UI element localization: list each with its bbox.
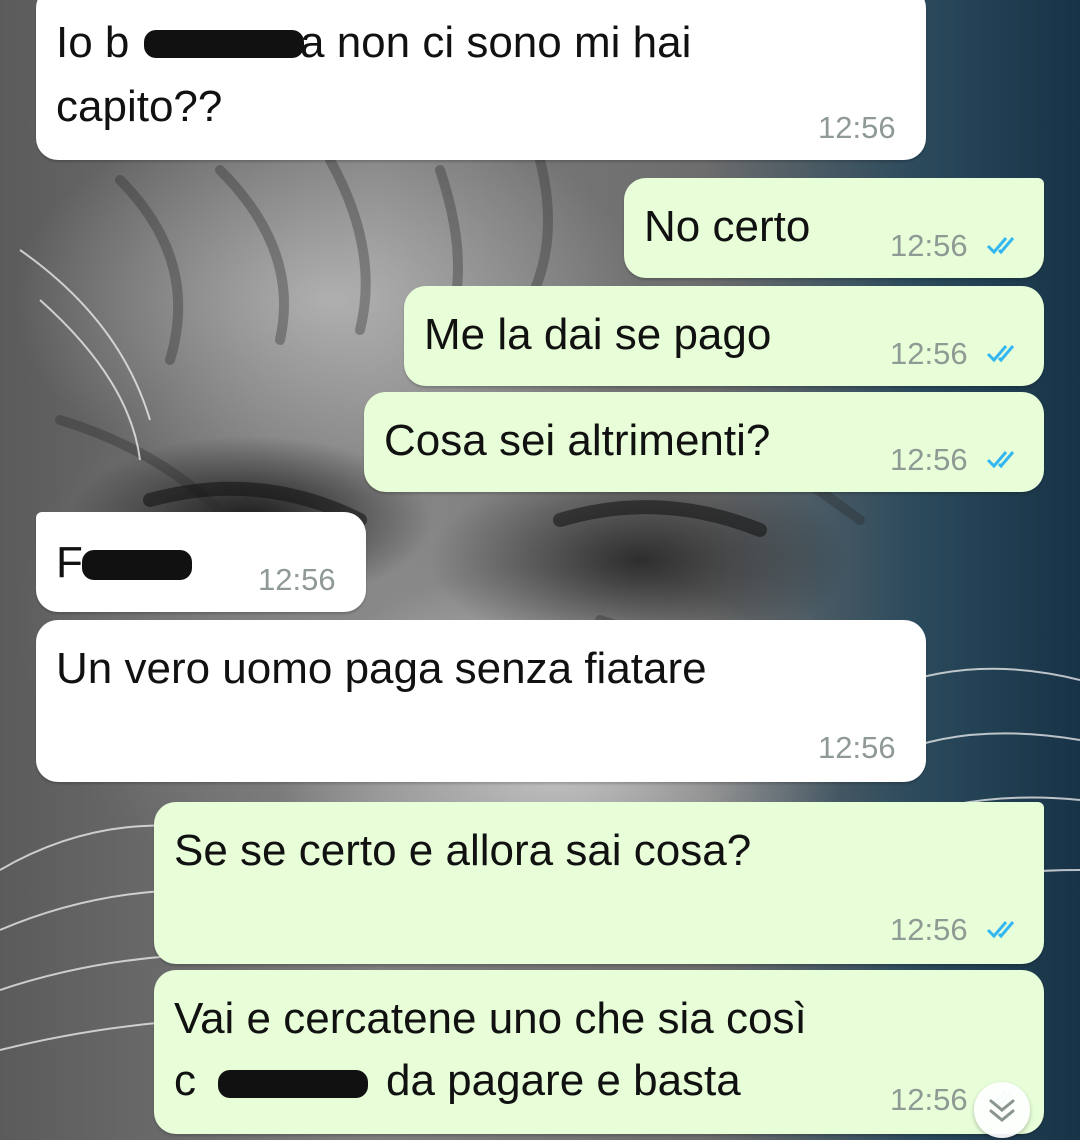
- message-text: Cosa sei altrimenti?: [384, 416, 771, 465]
- message-bubble-outgoing[interactable]: Cosa sei altrimenti? 12:56: [364, 392, 1044, 492]
- message-text: Me la dai se pago: [424, 310, 772, 359]
- message-text: a non ci sono mi hai: [300, 18, 692, 67]
- message-text: c: [174, 1056, 196, 1105]
- message-bubble-outgoing[interactable]: Vai e cercatene uno che sia così c da pa…: [154, 970, 1044, 1134]
- message-bubble-outgoing[interactable]: No certo 12:56: [624, 178, 1044, 278]
- message-bubble-outgoing[interactable]: Se se certo e allora sai cosa? 12:56: [154, 802, 1044, 964]
- message-bubble-outgoing[interactable]: Me la dai se pago 12:56: [404, 286, 1044, 386]
- double-check-icon: [986, 451, 1015, 469]
- double-check-icon: [986, 345, 1015, 363]
- message-time: 12:56: [258, 562, 336, 597]
- message-text: Io b: [56, 18, 130, 67]
- message-text: Un vero uomo paga senza fiatare: [56, 644, 707, 693]
- message-text: da pagare e basta: [386, 1056, 741, 1105]
- message-time: 12:56: [890, 228, 968, 263]
- message-time: 12:56: [818, 730, 896, 765]
- redaction-mark: [82, 550, 192, 580]
- double-check-icon: [986, 237, 1015, 255]
- message-text: No certo: [644, 202, 811, 251]
- message-bubble-incoming[interactable]: Io b a non ci sono mi hai capito?? 12:56: [36, 0, 926, 160]
- redaction-mark: [218, 1070, 368, 1098]
- message-time: 12:56: [890, 1082, 968, 1117]
- message-bubble-incoming[interactable]: Un vero uomo paga senza fiatare 12:56: [36, 620, 926, 782]
- double-chevron-down-icon: [989, 1099, 1015, 1122]
- double-check-icon: [986, 921, 1015, 939]
- message-text: capito??: [56, 82, 223, 131]
- scroll-to-bottom-button[interactable]: [974, 1082, 1030, 1138]
- message-text: Vai e cercatene uno che sia così: [174, 994, 807, 1043]
- redaction-mark: [144, 30, 304, 58]
- message-time: 12:56: [890, 912, 968, 947]
- message-text: Se se certo e allora sai cosa?: [174, 826, 752, 875]
- message-time: 12:56: [890, 336, 968, 371]
- message-time: 12:56: [890, 442, 968, 477]
- message-bubble-incoming[interactable]: F 12:56: [36, 512, 366, 612]
- message-text: F: [56, 538, 83, 587]
- message-time: 12:56: [818, 110, 896, 145]
